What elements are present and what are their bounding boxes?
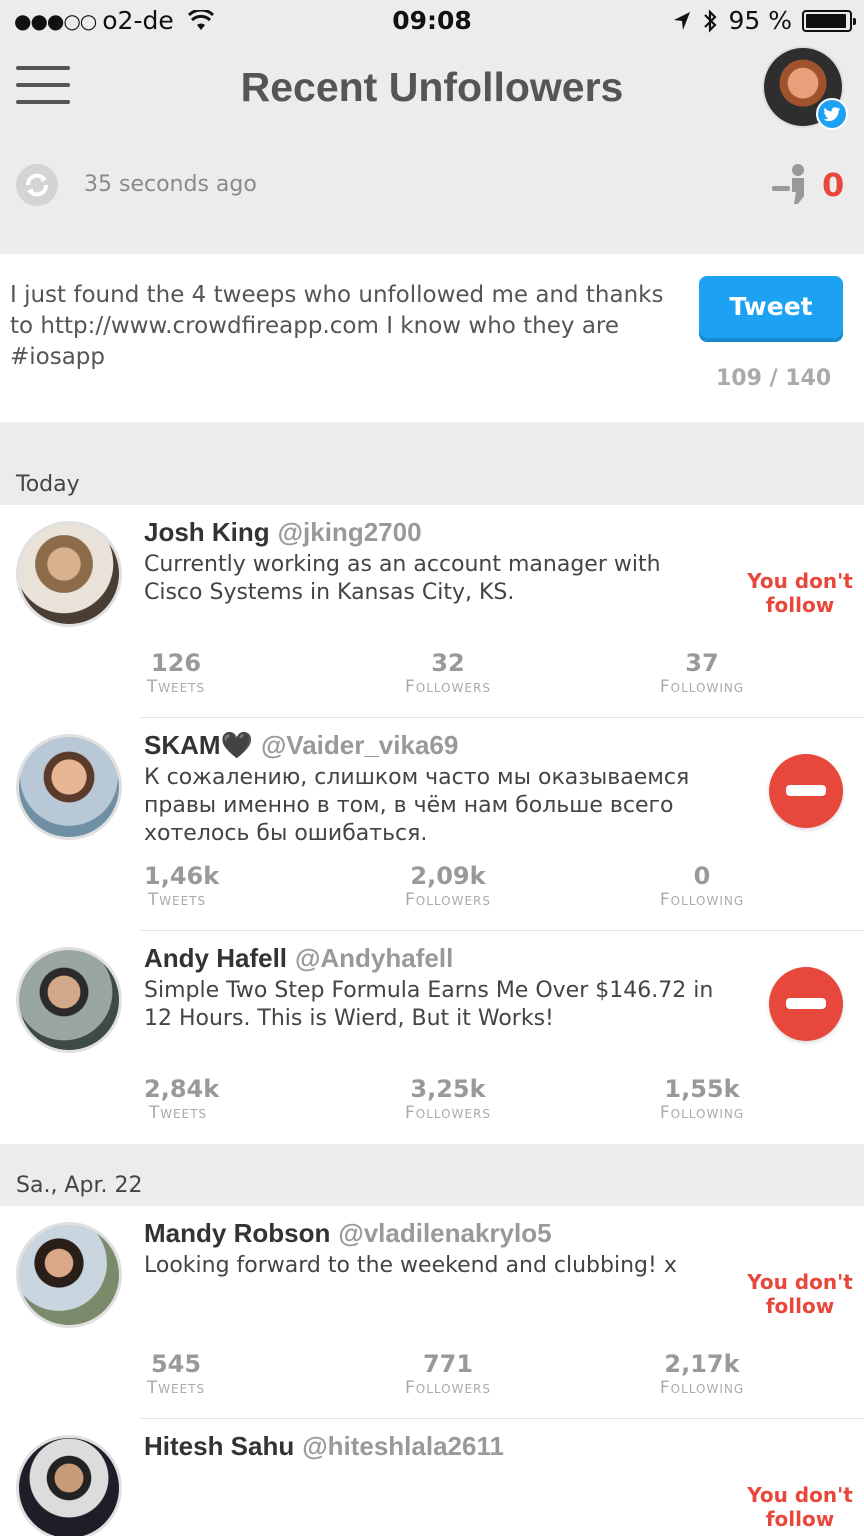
stat-tweets: 545 Tweets bbox=[144, 1350, 208, 1398]
following-label: Following bbox=[659, 677, 745, 697]
user-stats: 1,46k Tweets 2,09k Followers 0 Following bbox=[144, 862, 864, 922]
followers-label: Followers bbox=[404, 1378, 491, 1398]
following-count: 2,17k bbox=[664, 1350, 740, 1378]
followers-count: 32 bbox=[431, 649, 465, 677]
char-count: 109 / 140 bbox=[716, 366, 832, 391]
user-bio: Simple Two Step Formula Earns Me Over $1… bbox=[144, 978, 714, 1031]
stat-tweets: 126 Tweets bbox=[144, 649, 208, 697]
followers-count: 3,25k bbox=[410, 1075, 486, 1103]
user-avatar bbox=[16, 734, 122, 840]
user-avatar bbox=[16, 521, 122, 627]
user-bio: Looking forward to the weekend and clubb… bbox=[144, 1253, 677, 1278]
user-handle[interactable]: @vladilenakrylo5 bbox=[338, 1218, 551, 1248]
tweet-text[interactable]: I just found the 4 tweeps who unfollowed… bbox=[10, 280, 690, 373]
following-label: Following bbox=[659, 890, 745, 910]
followers-label: Followers bbox=[404, 677, 491, 697]
stat-following: 2,17k Following bbox=[650, 1350, 754, 1398]
battery-icon bbox=[802, 9, 856, 32]
user-name: Mandy Robson bbox=[144, 1218, 331, 1248]
followers-count: 771 bbox=[422, 1350, 474, 1378]
tweet-button[interactable]: Tweet bbox=[699, 276, 843, 338]
user-bio: Currently working as an account manager … bbox=[144, 552, 661, 605]
section-label-today: Today bbox=[16, 472, 80, 497]
sync-row: 35 seconds ago 0 bbox=[0, 150, 864, 220]
tweets-label: Tweets bbox=[146, 1378, 206, 1398]
battery-percentage: 95 % bbox=[728, 6, 792, 35]
followers-count: 2,09k bbox=[410, 862, 486, 890]
follow-status: You don't follow bbox=[747, 1270, 853, 1318]
user-stats: 545 Tweets 771 Followers 2,17k Following bbox=[144, 1350, 864, 1410]
tweets-count: 1,46k bbox=[144, 862, 220, 890]
follow-status: You don't follow bbox=[747, 569, 853, 617]
tweet-compose: I just found the 4 tweeps who unfollowed… bbox=[0, 254, 864, 422]
user-name-line: Josh King @jking2700 bbox=[144, 517, 422, 548]
user-handle[interactable]: @Andyhafell bbox=[295, 943, 453, 973]
stat-followers: 32 Followers bbox=[396, 649, 500, 697]
page-title: Recent Unfollowers bbox=[240, 64, 624, 110]
user-name-line: Hitesh Sahu @hiteshlala2611 bbox=[144, 1431, 504, 1462]
last-updated-text: 35 seconds ago bbox=[84, 172, 257, 197]
stat-tweets: 1,46k Tweets bbox=[144, 862, 220, 910]
user-stats: 2,84k Tweets 3,25k Followers 1,55k Follo… bbox=[144, 1075, 864, 1135]
tweets-label: Tweets bbox=[148, 1103, 208, 1123]
tweets-count: 126 bbox=[150, 649, 202, 677]
bluetooth-icon bbox=[704, 8, 718, 33]
tweets-label: Tweets bbox=[146, 677, 206, 697]
stat-following: 1,55k Following bbox=[650, 1075, 754, 1123]
user-avatar bbox=[16, 1222, 122, 1328]
app-header: Recent Unfollowers bbox=[0, 42, 864, 142]
user-name-line: Andy Hafell @Andyhafell bbox=[144, 943, 453, 974]
stat-followers: 771 Followers bbox=[396, 1350, 500, 1398]
user-handle[interactable]: @Vaider_vika69 bbox=[261, 730, 458, 760]
user-stats: 126 Tweets 32 Followers 37 Following bbox=[144, 649, 864, 709]
user-name: SKAM🖤 bbox=[144, 730, 253, 760]
user-handle[interactable]: @jking2700 bbox=[278, 517, 422, 547]
unfollower-card[interactable]: Josh King @jking2700 Currently working as… bbox=[0, 505, 864, 718]
following-count: 37 bbox=[685, 649, 719, 677]
user-name: Andy Hafell bbox=[144, 943, 288, 973]
following-label: Following bbox=[659, 1103, 745, 1123]
stat-tweets: 2,84k Tweets bbox=[144, 1075, 220, 1123]
stat-following: 37 Following bbox=[650, 649, 754, 697]
user-bio: К сожалению, слишком часто мы оказываемс… bbox=[144, 765, 690, 846]
following-count: 1,55k bbox=[664, 1075, 740, 1103]
twitter-bird-icon bbox=[816, 98, 848, 130]
followers-label: Followers bbox=[404, 890, 491, 910]
tweets-count: 2,84k bbox=[144, 1075, 220, 1103]
battery-fill bbox=[806, 13, 846, 28]
unfollow-count: 0 bbox=[822, 166, 845, 204]
unfollower-card[interactable]: SKAM🖤 @Vaider_vika69 К сожалению, слишком… bbox=[0, 718, 864, 931]
followers-label: Followers bbox=[404, 1103, 491, 1123]
user-avatar bbox=[16, 1435, 122, 1536]
tweets-count: 545 bbox=[150, 1350, 202, 1378]
status-bar: ●●●○○ o2-de 09:08 95 % bbox=[0, 0, 864, 42]
location-arrow-icon bbox=[674, 11, 691, 30]
section-label-date: Sa., Apr. 22 bbox=[16, 1173, 143, 1198]
refresh-icon[interactable] bbox=[16, 164, 58, 206]
stat-following: 0 Following bbox=[650, 862, 754, 910]
following-count: 0 bbox=[693, 862, 711, 890]
unfollower-card[interactable]: Mandy Robson @vladilenakrylo5 Looking for… bbox=[0, 1206, 864, 1419]
stat-followers: 3,25k Followers bbox=[396, 1075, 500, 1123]
user-name-line: SKAM🖤 @Vaider_vika69 bbox=[144, 730, 458, 761]
tweets-label: Tweets bbox=[147, 890, 207, 910]
unfollower-card[interactable]: Hitesh Sahu @hiteshlala2611 You don't fol… bbox=[0, 1419, 864, 1536]
unfollower-card[interactable]: Andy Hafell @Andyhafell Simple Two Step F… bbox=[0, 931, 864, 1144]
user-name-line: Mandy Robson @vladilenakrylo5 bbox=[144, 1218, 552, 1249]
user-avatar bbox=[16, 947, 122, 1053]
stat-followers: 2,09k Followers bbox=[396, 862, 500, 910]
unfollow-person-icon bbox=[772, 164, 804, 204]
user-name: Josh King bbox=[144, 517, 270, 547]
user-handle[interactable]: @hiteshlala2611 bbox=[302, 1431, 504, 1461]
unfollow-button[interactable] bbox=[769, 967, 843, 1041]
follow-status: You don't follow bbox=[747, 1483, 853, 1531]
user-name: Hitesh Sahu bbox=[144, 1431, 295, 1461]
following-label: Following bbox=[659, 1378, 745, 1398]
unfollow-button[interactable] bbox=[769, 754, 843, 828]
